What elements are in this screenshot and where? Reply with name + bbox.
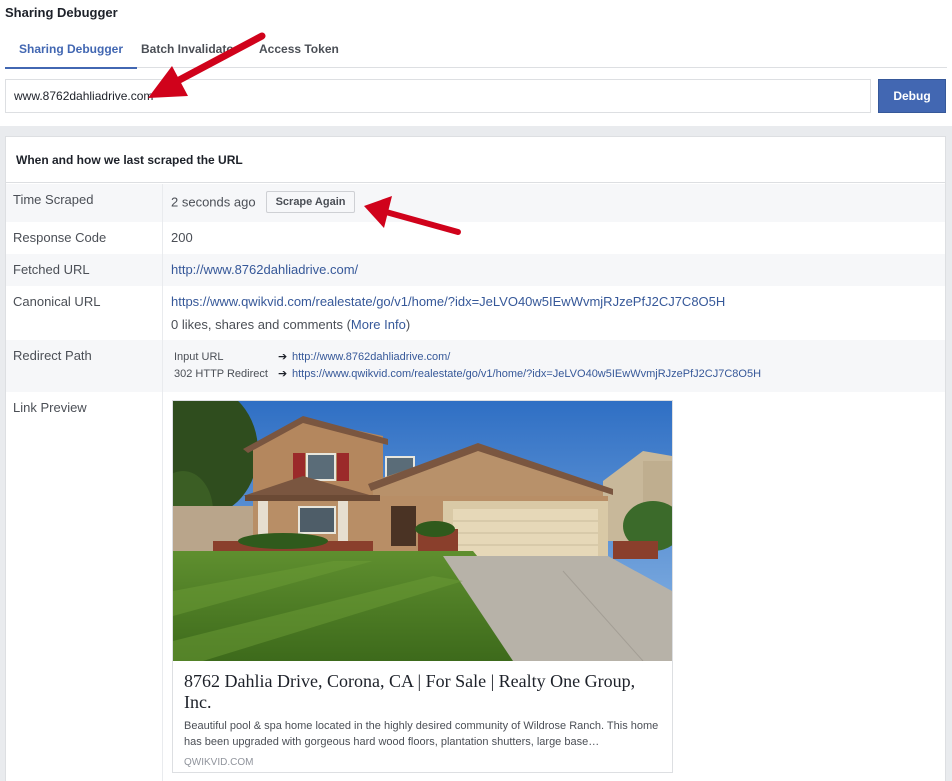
preview-title: 8762 Dahlia Drive, Corona, CA | For Sale… (184, 671, 636, 712)
tab-label: Batch Invalidator (141, 42, 239, 56)
canonical-url-link[interactable]: https://www.qwikvid.com/realestate/go/v1… (171, 294, 725, 309)
redirect-entry: 302 HTTP Redirect ➔ https://www.qwikvid.co… (174, 366, 761, 383)
tab-sharing-debugger[interactable]: Sharing Debugger (5, 42, 138, 69)
page-title: Sharing Debugger (5, 5, 118, 20)
panel-header: When and how we last scraped the URL (6, 137, 945, 183)
row-label: Time Scraped (6, 184, 163, 222)
scrape-info-panel: When and how we last scraped the URL Tim… (5, 136, 946, 781)
tab-label: Sharing Debugger (19, 42, 124, 56)
url-input[interactable] (5, 79, 871, 113)
row-label: Fetched URL (6, 254, 163, 286)
row-fetched-url: Fetched URL http://www.8762dahliadrive.c… (6, 254, 945, 286)
tab-bar: Sharing Debugger Batch Invalidator Acces… (5, 36, 947, 69)
redirect-url-link[interactable]: https://www.qwikvid.com/realestate/go/v1… (292, 368, 761, 380)
row-label: Response Code (6, 222, 163, 254)
engagement-count: 0 likes, shares and comments ( (171, 317, 351, 332)
scrape-again-button[interactable]: Scrape Again (265, 191, 356, 213)
preview-domain: QWIKVID.COM (184, 757, 254, 768)
preview-description: Beautiful pool & spa home located in the… (184, 720, 659, 748)
tab-batch-invalidator[interactable]: Batch Invalidator (141, 42, 238, 68)
row-redirect-path: Redirect Path Input URL ➔ http://www.8762d… (6, 340, 945, 392)
engagement-text: 0 likes, shares and comments (More Info) (171, 317, 725, 332)
row-label: Link Preview (6, 392, 163, 781)
redirect-url-link[interactable]: http://www.8762dahliadrive.com/ (292, 351, 450, 363)
fetched-url-link[interactable]: http://www.8762dahliadrive.com/ (171, 262, 358, 277)
debug-button[interactable]: Debug (878, 79, 946, 113)
tab-access-token[interactable]: Access Token (259, 42, 339, 68)
more-info-link[interactable]: More Info (351, 317, 406, 332)
row-canonical-url: Canonical URL https://www.qwikvid.com/re… (6, 286, 945, 340)
row-response-code: Response Code 200 (6, 222, 945, 254)
house-photo (173, 401, 672, 661)
preview-text: 8762 Dahlia Drive, Corona, CA | For Sale… (184, 671, 664, 768)
response-code-value: 200 (171, 230, 193, 245)
redirect-key: 302 HTTP Redirect (174, 368, 268, 380)
redirect-key: Input URL (174, 351, 224, 363)
redirect-table: Input URL ➔ http://www.8762dahliadrive.com… (174, 349, 761, 383)
row-time-scraped: Time Scraped 2 seconds ago Scrape Again (6, 184, 945, 222)
arrow-right-icon: ➔ (278, 368, 288, 380)
tab-label: Access Token (259, 42, 339, 56)
engagement-suffix: ) (405, 317, 411, 332)
redirect-entry: Input URL ➔ http://www.8762dahliadrive.com… (174, 349, 761, 366)
row-value: 2 seconds ago Scrape Again (171, 191, 356, 213)
active-tab-indicator (5, 67, 138, 69)
link-preview-card[interactable]: 8762 Dahlia Drive, Corona, CA | For Sale… (172, 400, 673, 773)
arrow-right-icon: ➔ (278, 351, 288, 363)
row-label: Canonical URL (6, 286, 163, 340)
preview-image (173, 401, 672, 661)
time-scraped-value: 2 seconds ago (171, 194, 256, 210)
row-label: Redirect Path (6, 340, 163, 392)
